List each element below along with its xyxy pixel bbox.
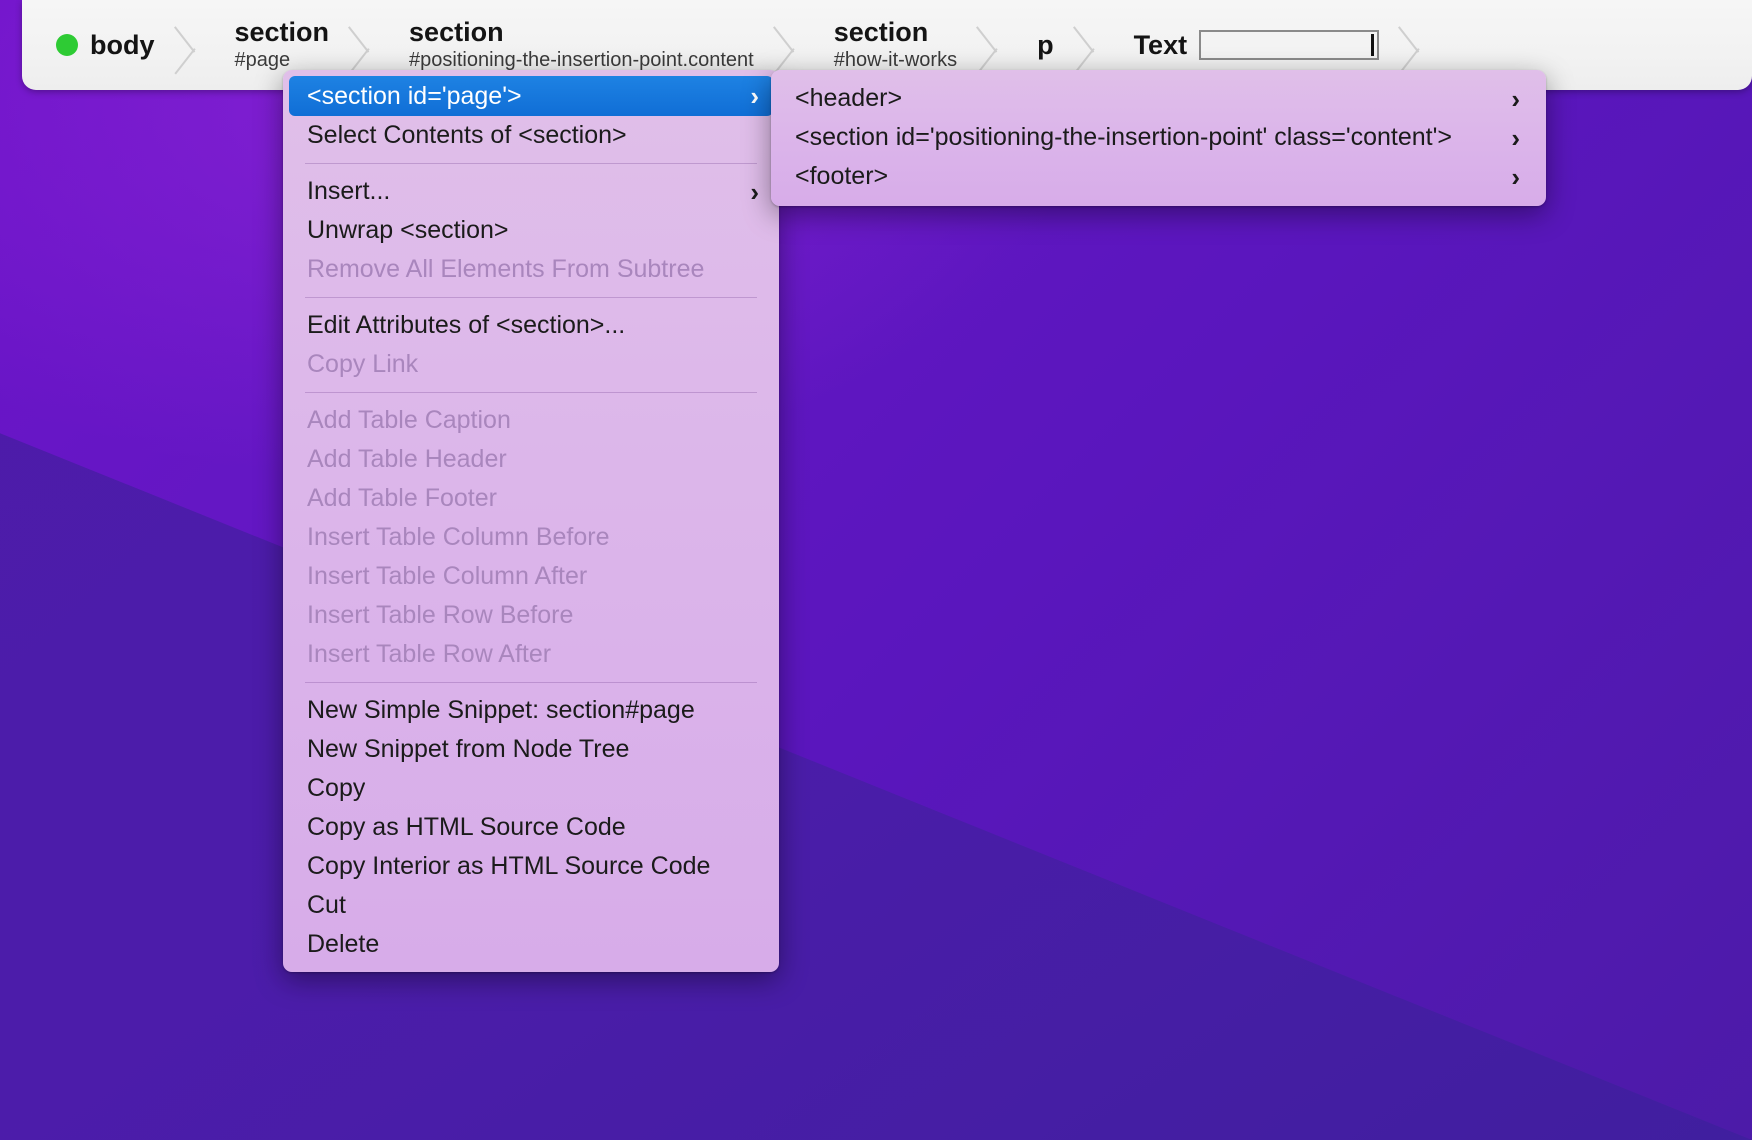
menu-item-label: Insert... (307, 177, 391, 205)
menu-item-label: Copy Link (307, 350, 419, 378)
status-dot-icon (56, 34, 78, 56)
breadcrumb-tag: body (90, 29, 155, 60)
menu-item-7[interactable]: Edit Attributes of <section>... (283, 306, 779, 345)
menu-separator (305, 682, 757, 683)
submenu-item-0[interactable]: <header> › (771, 79, 1546, 118)
menu-item-0[interactable]: <section id='page'> › (289, 76, 773, 116)
menu-item-24[interactable]: Delete (283, 925, 779, 964)
breadcrumb-tag: Text (1133, 29, 1188, 60)
breadcrumb-subtitle: #how-it-works (833, 48, 958, 71)
menu-item-8: Copy Link (283, 345, 779, 384)
breadcrumb-subtitle: #page (234, 48, 291, 71)
menu-item-label: Copy as HTML Source Code (307, 813, 626, 841)
menu-item-label: Select Contents of <section> (307, 121, 627, 149)
breadcrumb-item-body[interactable]: body (22, 0, 169, 90)
menu-item-label: Cut (307, 891, 346, 919)
menu-item-label: Copy Interior as HTML Source Code (307, 852, 711, 880)
menu-item-10: Add Table Caption (283, 401, 779, 440)
menu-item-16: Insert Table Row After (283, 635, 779, 674)
menu-item-label: New Simple Snippet: section#page (307, 696, 695, 724)
text-input[interactable] (1199, 30, 1380, 60)
menu-item-label: <section id='positioning-the-insertion-p… (795, 123, 1452, 151)
menu-item-label: Insert Table Row After (307, 640, 552, 668)
text-caret (1371, 34, 1375, 56)
breadcrumb-tag: p (1037, 29, 1054, 60)
menu-separator (305, 297, 757, 298)
menu-item-20[interactable]: Copy (283, 769, 779, 808)
breadcrumb-tag: section (833, 17, 929, 48)
menu-item-12: Add Table Footer (283, 479, 779, 518)
submenu-item-1[interactable]: <section id='positioning-the-insertion-p… (771, 118, 1546, 157)
menu-item-11: Add Table Header (283, 440, 779, 479)
menu-item-13: Insert Table Column Before (283, 518, 779, 557)
menu-item-1[interactable]: Select Contents of <section> (283, 116, 779, 155)
menu-item-15: Insert Table Row Before (283, 596, 779, 635)
menu-item-label: Delete (307, 930, 380, 958)
chevron-right-icon: › (1511, 161, 1520, 192)
menu-item-label: Add Table Caption (307, 406, 511, 434)
breadcrumb-separator-icon (169, 0, 209, 90)
menu-item-22[interactable]: Copy Interior as HTML Source Code (283, 847, 779, 886)
menu-item-23[interactable]: Cut (283, 886, 779, 925)
breadcrumb-subtitle: #positioning-the-insertion-point.content (409, 48, 754, 71)
menu-item-18[interactable]: New Simple Snippet: section#page (283, 691, 779, 730)
chevron-right-icon: › (750, 176, 759, 207)
submenu-item-2[interactable]: <footer> › (771, 157, 1546, 196)
menu-item-14: Insert Table Column After (283, 557, 779, 596)
menu-item-label: Insert Table Row Before (307, 601, 574, 629)
menu-item-label: Unwrap <section> (307, 216, 509, 244)
breadcrumb-tag: section (234, 17, 330, 48)
menu-item-4[interactable]: Unwrap <section> (283, 211, 779, 250)
menu-item-19[interactable]: New Snippet from Node Tree (283, 730, 779, 769)
menu-item-label: Insert Table Column After (307, 562, 588, 590)
context-submenu: <header> › <section id='positioning-the-in… (771, 70, 1546, 206)
breadcrumb-tag: section (409, 17, 504, 48)
menu-item-label: Add Table Header (307, 445, 507, 473)
menu-item-label: Add Table Footer (307, 484, 497, 512)
menu-item-label: <footer> (795, 162, 889, 190)
menu-separator (305, 163, 757, 164)
menu-item-label: Copy (307, 774, 366, 802)
menu-item-label: Insert Table Column Before (307, 523, 610, 551)
menu-item-label: <header> (795, 84, 903, 112)
menu-item-21[interactable]: Copy as HTML Source Code (283, 808, 779, 847)
menu-item-label: Edit Attributes of <section>... (307, 311, 626, 339)
menu-item-label: New Snippet from Node Tree (307, 735, 630, 763)
menu-item-3[interactable]: Insert... › (283, 172, 779, 211)
menu-item-5: Remove All Elements From Subtree (283, 250, 779, 289)
menu-item-label: Remove All Elements From Subtree (307, 255, 705, 283)
chevron-right-icon: › (1511, 122, 1520, 153)
context-menu: <section id='page'> › Select Contents of <… (283, 70, 779, 972)
menu-item-label: <section id='page'> (307, 81, 522, 110)
chevron-right-icon: › (1511, 83, 1520, 114)
chevron-right-icon: › (750, 81, 759, 111)
menu-separator (305, 392, 757, 393)
